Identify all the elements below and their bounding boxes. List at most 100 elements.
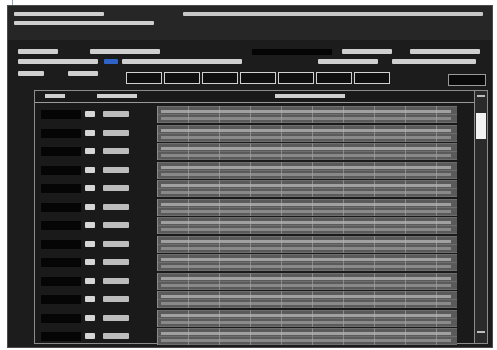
table-row[interactable] [35, 290, 475, 309]
row-value-grid [157, 143, 457, 160]
header-field-1 [18, 49, 58, 54]
row-id-cell [41, 165, 81, 175]
jump-field[interactable] [448, 74, 486, 86]
row-id-cell [41, 295, 81, 304]
row-id-cell [41, 239, 81, 249]
header-field-3 [342, 49, 392, 54]
row-value-grid [157, 328, 457, 345]
row-type [103, 203, 129, 210]
filter-box-3[interactable] [202, 72, 238, 84]
table-row[interactable] [35, 179, 475, 198]
row-id-cell [41, 313, 81, 323]
row-value-text-line [161, 246, 451, 250]
row-value-text-line [161, 135, 451, 139]
table-row[interactable] [35, 253, 475, 272]
row-number [85, 240, 95, 247]
row-number [85, 129, 95, 136]
table-row[interactable] [35, 198, 475, 217]
table-row[interactable] [35, 235, 475, 254]
row-value-text-line [161, 283, 451, 287]
row-value-grid [157, 254, 457, 271]
row-value-text-line [161, 117, 451, 120]
row-number [85, 296, 95, 302]
table-header [35, 91, 475, 103]
header-field-8 [392, 59, 476, 64]
row-id-cell [41, 184, 81, 193]
row-value-grid [157, 124, 457, 142]
filter-box-7[interactable] [354, 72, 390, 84]
row-type [103, 314, 129, 321]
row-value-text-line [161, 339, 451, 342]
filter-box-6[interactable] [316, 72, 352, 84]
row-id-cell [41, 147, 81, 156]
row-number [85, 166, 95, 173]
terminal-screen [7, 5, 493, 348]
header-field-5 [18, 59, 98, 64]
row-number [85, 222, 95, 228]
row-type [103, 166, 129, 173]
row-value-grid [157, 235, 457, 253]
table-row[interactable] [35, 216, 475, 235]
table-header-col-1 [45, 94, 65, 98]
header-field-highlight [104, 59, 118, 64]
table-row[interactable] [35, 142, 475, 161]
scroll-up-arrow[interactable] [477, 95, 485, 97]
row-value-grid [157, 291, 457, 308]
table-row[interactable] [35, 309, 475, 328]
row-id-cell [41, 202, 81, 212]
row-value-text-line [161, 258, 451, 261]
table-header-col-3 [275, 94, 345, 98]
row-value-text-line [161, 320, 451, 324]
row-type [103, 129, 129, 136]
filter-label-2 [68, 71, 98, 76]
filter-box-2[interactable] [164, 72, 200, 84]
row-value-text-line [161, 332, 451, 335]
row-number [85, 277, 95, 284]
row-value-text-line [161, 172, 451, 176]
row-value-grid [157, 198, 457, 216]
row-type [103, 240, 129, 247]
header-field-6 [122, 59, 242, 64]
row-value-grid [157, 106, 457, 123]
row-number [85, 333, 95, 339]
row-value-text-line [161, 128, 451, 132]
scrollbar[interactable] [474, 90, 488, 344]
table-row[interactable] [35, 105, 475, 124]
filter-label-1 [18, 71, 44, 76]
scroll-down-arrow[interactable] [477, 331, 485, 333]
table-row[interactable] [35, 272, 475, 291]
subtitle-text-line [14, 21, 154, 25]
row-value-text-line [161, 147, 451, 150]
row-value-text-line [161, 209, 451, 213]
header-block-1 [252, 49, 332, 55]
row-type [103, 222, 129, 228]
row-type [103, 259, 129, 265]
row-value-text-line [161, 202, 451, 206]
row-value-text-line [161, 184, 451, 187]
row-number [85, 185, 95, 191]
row-value-text-line [161, 265, 451, 268]
scroll-thumb[interactable] [476, 113, 486, 139]
table-row[interactable] [35, 161, 475, 180]
header-row-2 [12, 59, 486, 65]
row-value-text-line [161, 228, 451, 231]
row-value-text-line [161, 154, 451, 157]
row-type [103, 185, 129, 191]
row-number [85, 259, 95, 265]
filter-box-1[interactable] [126, 72, 162, 84]
row-id-cell [41, 332, 81, 341]
filter-box-5[interactable] [278, 72, 314, 84]
title-text-line [14, 12, 104, 16]
row-id-cell [41, 110, 81, 119]
row-value-text-line [161, 295, 451, 298]
row-value-text-line [161, 165, 451, 169]
row-type [103, 148, 129, 154]
row-value-grid [157, 217, 457, 234]
row-type [103, 333, 129, 339]
row-value-text-line [161, 221, 451, 224]
table-row[interactable] [35, 327, 475, 346]
header-row-1 [12, 49, 486, 55]
table-row[interactable] [35, 124, 475, 143]
row-value-grid [157, 309, 457, 327]
filter-box-4[interactable] [240, 72, 276, 84]
